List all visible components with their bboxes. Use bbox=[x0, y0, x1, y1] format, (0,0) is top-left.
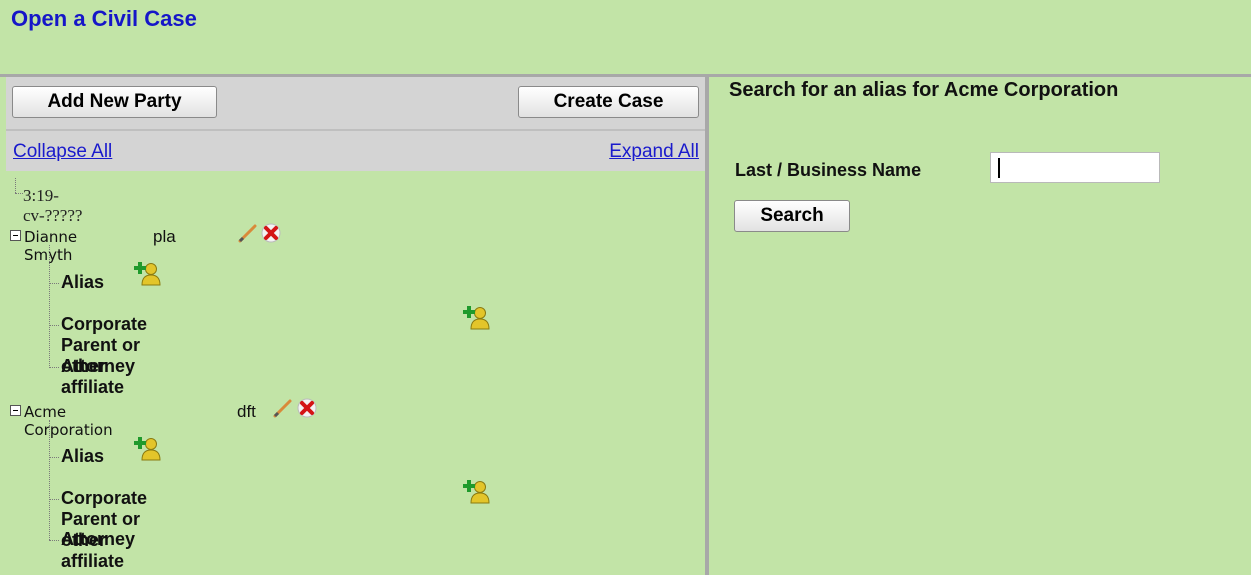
search-button[interactable]: Search bbox=[734, 200, 850, 232]
add-person-icon[interactable] bbox=[463, 305, 491, 333]
tree-connector bbox=[49, 420, 50, 540]
search-pane: Search for an alias for Acme Corporation… bbox=[709, 77, 1251, 575]
tree-connector bbox=[49, 499, 59, 500]
tree-toolbar: Add New Party Create Case bbox=[6, 77, 705, 131]
attorney-node: Attorney bbox=[61, 356, 136, 376]
add-person-icon[interactable] bbox=[134, 261, 162, 289]
last-business-name-label: Last / Business Name bbox=[735, 160, 922, 180]
add-person-icon[interactable] bbox=[134, 436, 162, 464]
case-number: 3:19-cv-????? bbox=[23, 186, 83, 225]
last-business-name-input[interactable] bbox=[990, 152, 1160, 183]
page-title: Open a Civil Case bbox=[11, 6, 197, 31]
text-caret bbox=[998, 158, 1000, 178]
tree-connector bbox=[49, 283, 59, 284]
party-role: dft bbox=[237, 402, 256, 421]
delete-x-icon[interactable] bbox=[260, 222, 282, 244]
pencil-icon[interactable] bbox=[236, 222, 258, 244]
tree-connector bbox=[15, 178, 16, 193]
expand-all-link[interactable]: Expand All bbox=[609, 141, 699, 163]
collapse-toggle-icon[interactable] bbox=[10, 405, 21, 416]
attorney-node: Attorney bbox=[61, 529, 136, 549]
collapse-all-link[interactable]: Collapse All bbox=[13, 141, 112, 163]
tree-connector bbox=[49, 245, 50, 368]
tree-connector bbox=[49, 367, 59, 368]
create-case-button[interactable]: Create Case bbox=[518, 86, 699, 118]
collapse-toggle-icon[interactable] bbox=[10, 230, 21, 241]
party-name: Dianne Smyth bbox=[24, 228, 78, 264]
add-person-icon[interactable] bbox=[463, 479, 491, 507]
pencil-icon[interactable] bbox=[271, 397, 293, 419]
tree-connector bbox=[49, 325, 59, 326]
search-heading: Search for an alias for Acme Corporation bbox=[729, 79, 1119, 101]
party-name: Acme Corporation bbox=[24, 403, 113, 439]
tree-connector bbox=[15, 193, 23, 194]
alias-node: Alias bbox=[61, 272, 105, 292]
tree-connector bbox=[49, 457, 59, 458]
alias-node: Alias bbox=[61, 446, 105, 466]
add-new-party-button[interactable]: Add New Party bbox=[12, 86, 217, 118]
delete-x-icon[interactable] bbox=[296, 397, 318, 419]
tree-connector bbox=[49, 540, 59, 541]
party-role: pla bbox=[153, 227, 176, 246]
